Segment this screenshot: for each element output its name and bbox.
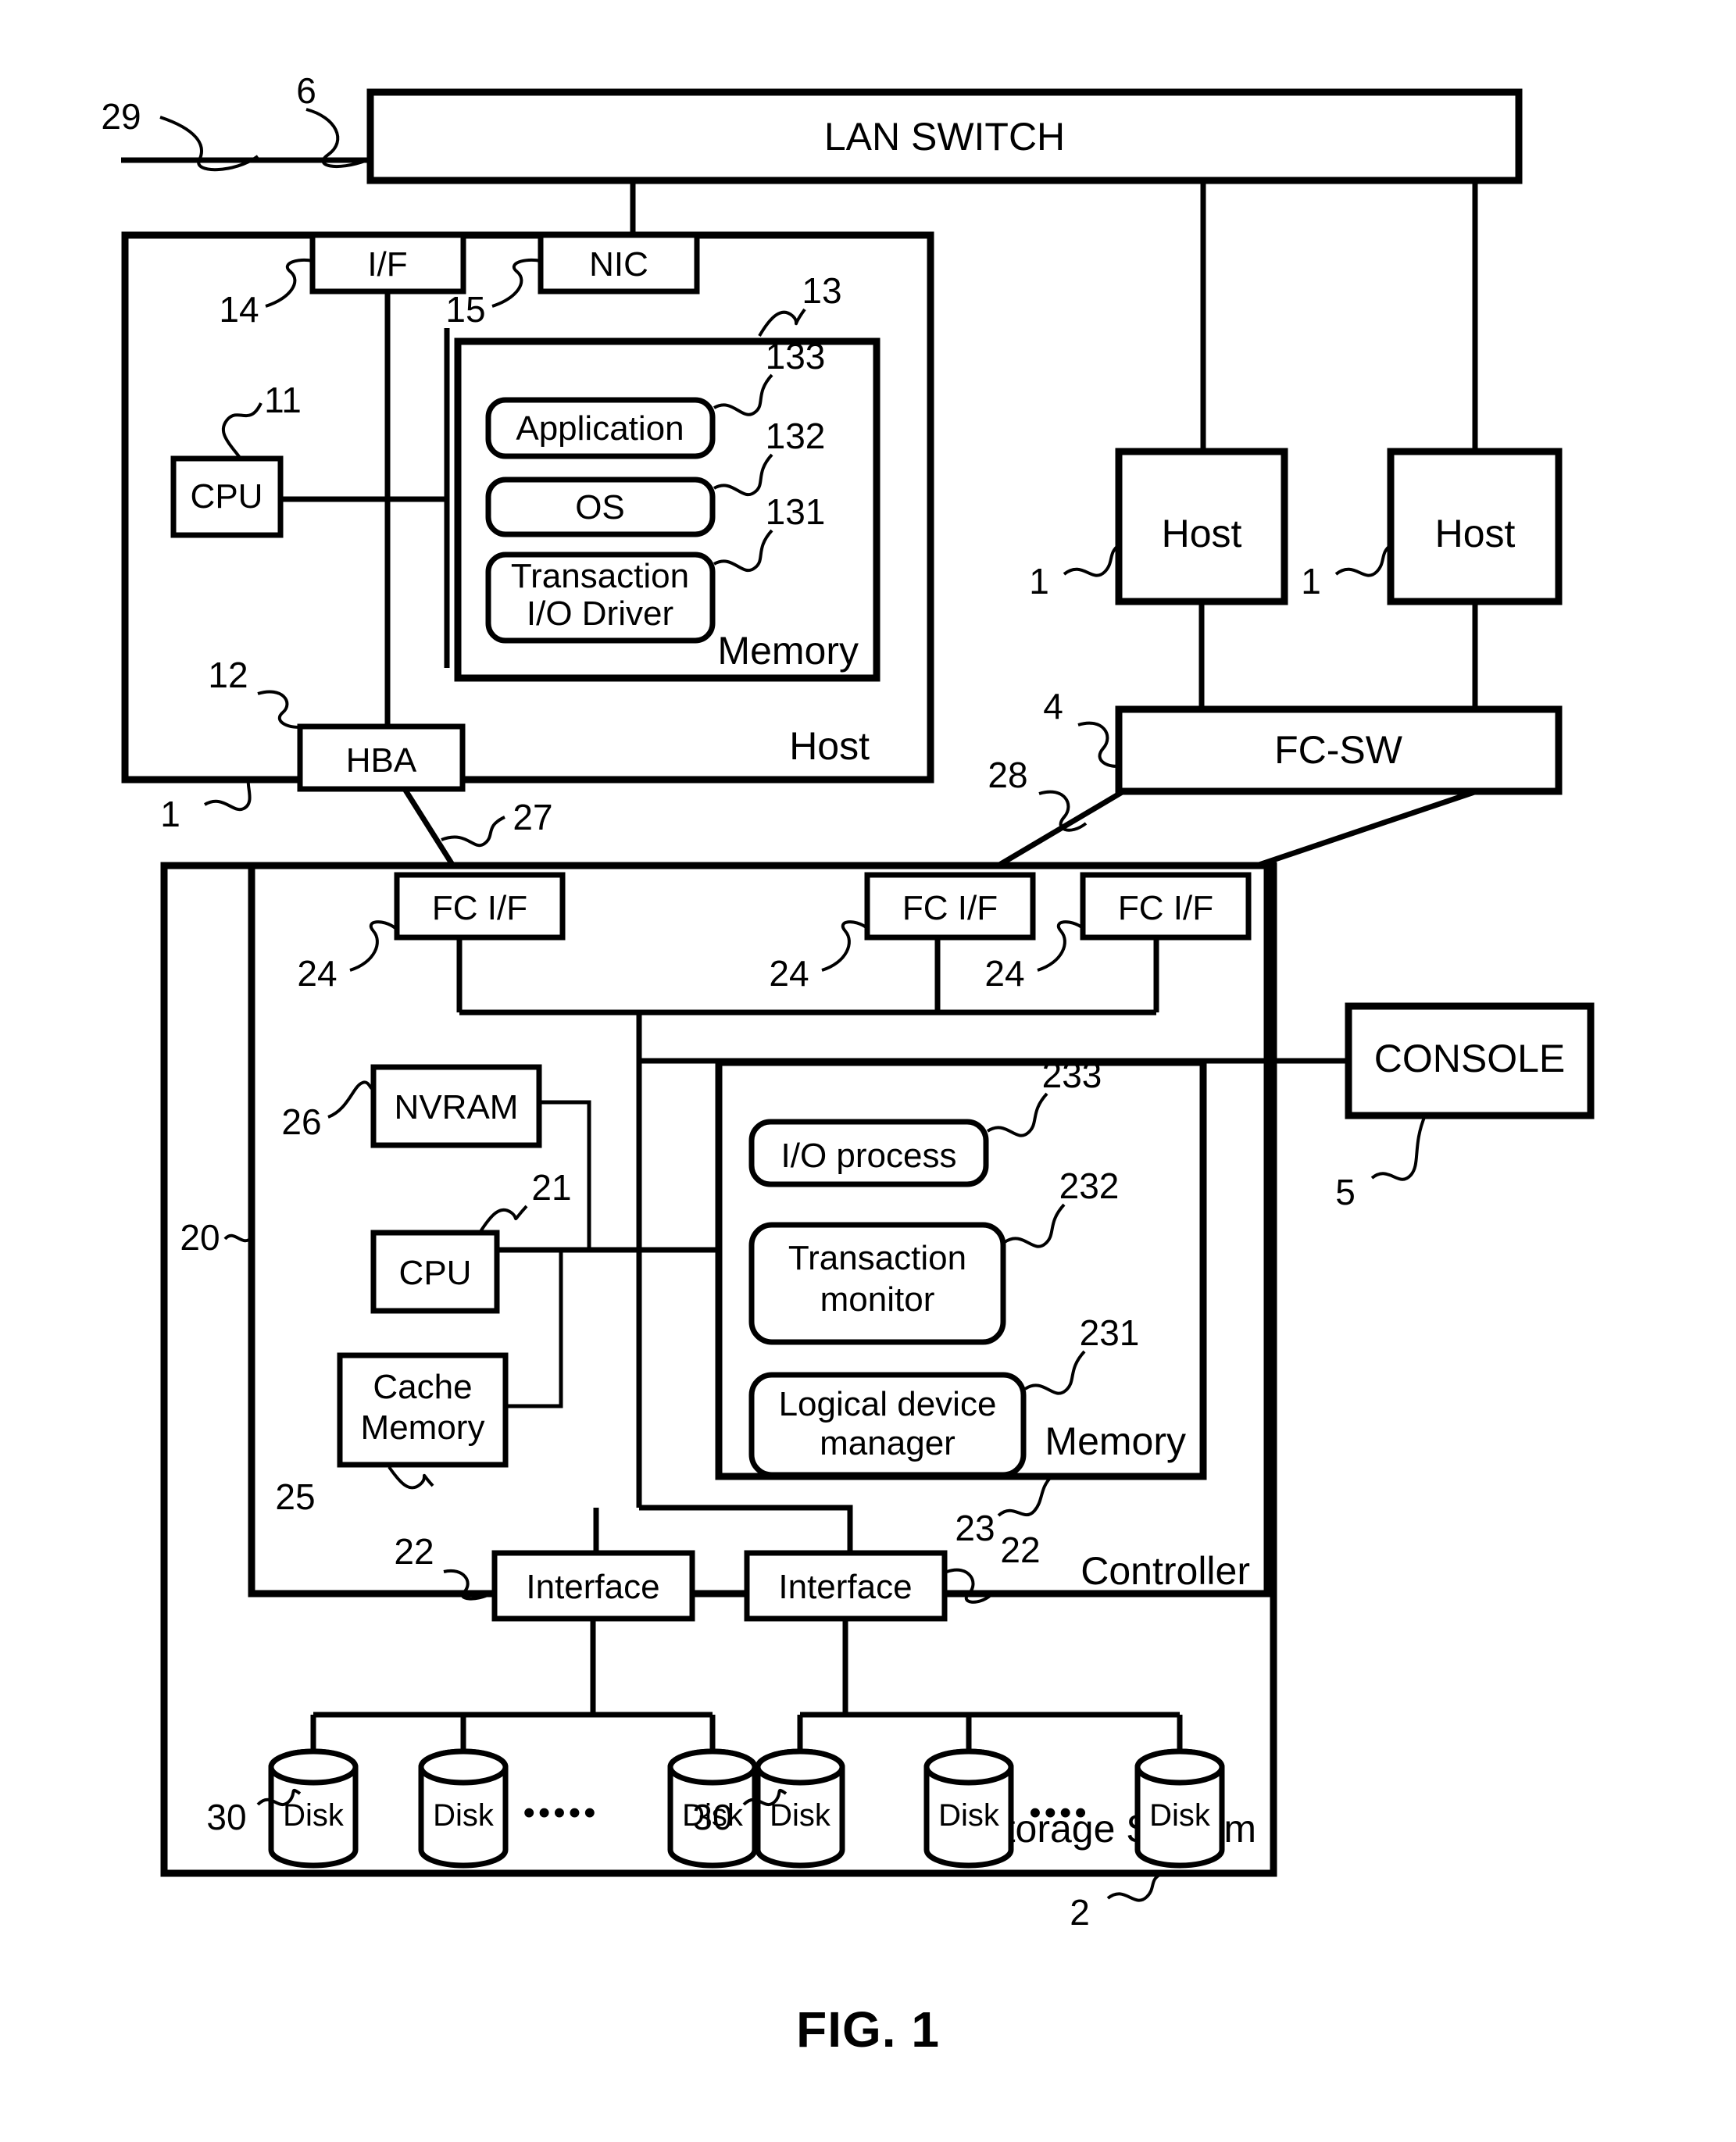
disk-2-1-label: Disk bbox=[770, 1798, 831, 1833]
ref-11: 11 bbox=[264, 380, 302, 420]
patent-figure-1: 29 6 LAN SWITCH Host 1 I/F 14 NIC 15 CPU… bbox=[0, 0, 1736, 2142]
host-main-label: Host bbox=[789, 724, 870, 768]
ref-13: 13 bbox=[802, 270, 841, 311]
nvram-label: NVRAM bbox=[395, 1088, 519, 1126]
disk-2-2-label: Disk bbox=[938, 1798, 1000, 1833]
ref-29: 29 bbox=[101, 96, 141, 137]
disk-2-3-label: Disk bbox=[1149, 1798, 1211, 1833]
ref-6: 6 bbox=[296, 70, 316, 111]
controller-memory-label: Memory bbox=[1045, 1419, 1186, 1463]
host-memory-label: Memory bbox=[717, 629, 859, 673]
disk-1-2-label: Disk bbox=[433, 1798, 495, 1833]
lan-switch-label: LAN SWITCH bbox=[824, 115, 1065, 159]
ref-231: 231 bbox=[1080, 1312, 1140, 1353]
host-module-os-label: OS bbox=[575, 488, 625, 527]
figure-canvas: 29 6 LAN SWITCH Host 1 I/F 14 NIC 15 CPU… bbox=[101, 70, 1595, 2058]
disk-interface-1-label: Interface bbox=[526, 1568, 659, 1606]
cache-memory-line1: Cache bbox=[373, 1368, 472, 1406]
ref-14: 14 bbox=[219, 289, 259, 330]
disk-2-3: Disk bbox=[1134, 1748, 1225, 1869]
lead-line-27 bbox=[441, 816, 505, 848]
host-if-label: I/F bbox=[367, 245, 407, 284]
ref-host-secondary-1: 1 bbox=[1029, 561, 1049, 602]
module-transaction-monitor-line1: Transaction bbox=[788, 1239, 966, 1277]
module-logical-device-manager-line1: Logical device bbox=[779, 1385, 997, 1423]
disk-2-1: Disk bbox=[755, 1748, 845, 1869]
ref-12: 12 bbox=[208, 655, 248, 695]
ref-2: 2 bbox=[1070, 1892, 1090, 1933]
lead-line-host2-1 bbox=[1063, 544, 1120, 577]
ref-233: 233 bbox=[1042, 1055, 1102, 1095]
host-cpu-label: CPU bbox=[191, 477, 263, 516]
fc-interface-1-label: FC I/F bbox=[432, 889, 527, 927]
ref-131: 131 bbox=[766, 491, 826, 532]
ref-232: 232 bbox=[1059, 1166, 1120, 1206]
ref-30-1: 30 bbox=[206, 1797, 246, 1837]
disk-1-1: Disk bbox=[268, 1748, 359, 1869]
ref-host-main-1: 1 bbox=[160, 794, 180, 834]
ref-30-2: 30 bbox=[692, 1797, 732, 1837]
ref-20: 20 bbox=[180, 1217, 220, 1258]
ref-22-2: 22 bbox=[1000, 1530, 1040, 1570]
module-transaction-monitor-line2: monitor bbox=[820, 1280, 935, 1319]
host-secondary-1-label: Host bbox=[1162, 512, 1242, 555]
ref-24-1: 24 bbox=[297, 953, 337, 994]
ref-5: 5 bbox=[1335, 1172, 1356, 1212]
host-secondary-2-label: Host bbox=[1435, 512, 1516, 555]
ref-27: 27 bbox=[513, 797, 552, 837]
module-io-process-label: I/O process bbox=[781, 1137, 957, 1175]
disk-group-2-ellipsis: •••• bbox=[1029, 1794, 1090, 1832]
controller-cpu-label: CPU bbox=[399, 1254, 472, 1292]
ref-26: 26 bbox=[281, 1101, 321, 1142]
lead-line-host-main-1 bbox=[203, 779, 252, 812]
lead-line-host3-1 bbox=[1334, 544, 1392, 577]
disk-1-1-label: Disk bbox=[283, 1798, 345, 1833]
ref-24-2: 24 bbox=[769, 953, 809, 994]
ref-host-secondary-2: 1 bbox=[1301, 561, 1321, 602]
ref-22-1: 22 bbox=[394, 1531, 434, 1572]
ref-132: 132 bbox=[766, 416, 826, 456]
fc-sw-label: FC-SW bbox=[1274, 728, 1403, 772]
ref-25: 25 bbox=[275, 1476, 315, 1517]
disk-group-1-ellipsis: ••••• bbox=[523, 1794, 598, 1832]
lead-line-5 bbox=[1370, 1115, 1427, 1181]
module-logical-device-manager-line2: manager bbox=[820, 1424, 956, 1462]
host-module-txio-line1: Transaction bbox=[511, 557, 689, 595]
disk-1-2: Disk bbox=[418, 1748, 509, 1869]
ref-28: 28 bbox=[988, 755, 1027, 795]
host-module-txio-line2: I/O Driver bbox=[527, 594, 673, 633]
controller-label: Controller bbox=[1081, 1549, 1250, 1593]
ref-133: 133 bbox=[766, 336, 826, 377]
cache-memory-line2: Memory bbox=[361, 1408, 485, 1447]
host-nic-label: NIC bbox=[589, 245, 648, 284]
ref-4: 4 bbox=[1043, 686, 1063, 726]
fc-interface-3-label: FC I/F bbox=[1118, 889, 1213, 927]
ref-24-3: 24 bbox=[984, 953, 1024, 994]
fc-interface-2-label: FC I/F bbox=[902, 889, 998, 927]
ref-21: 21 bbox=[531, 1167, 571, 1208]
lead-line-2 bbox=[1106, 1872, 1163, 1902]
disk-interface-2-label: Interface bbox=[778, 1568, 912, 1606]
host-hba-label: HBA bbox=[346, 741, 417, 780]
figure-caption: FIG. 1 bbox=[796, 2001, 940, 2058]
ref-15: 15 bbox=[445, 289, 485, 330]
host-module-application-label: Application bbox=[516, 409, 684, 448]
console-label: CONSOLE bbox=[1374, 1037, 1566, 1080]
ref-23: 23 bbox=[955, 1508, 995, 1548]
disk-2-2: Disk bbox=[923, 1748, 1014, 1869]
